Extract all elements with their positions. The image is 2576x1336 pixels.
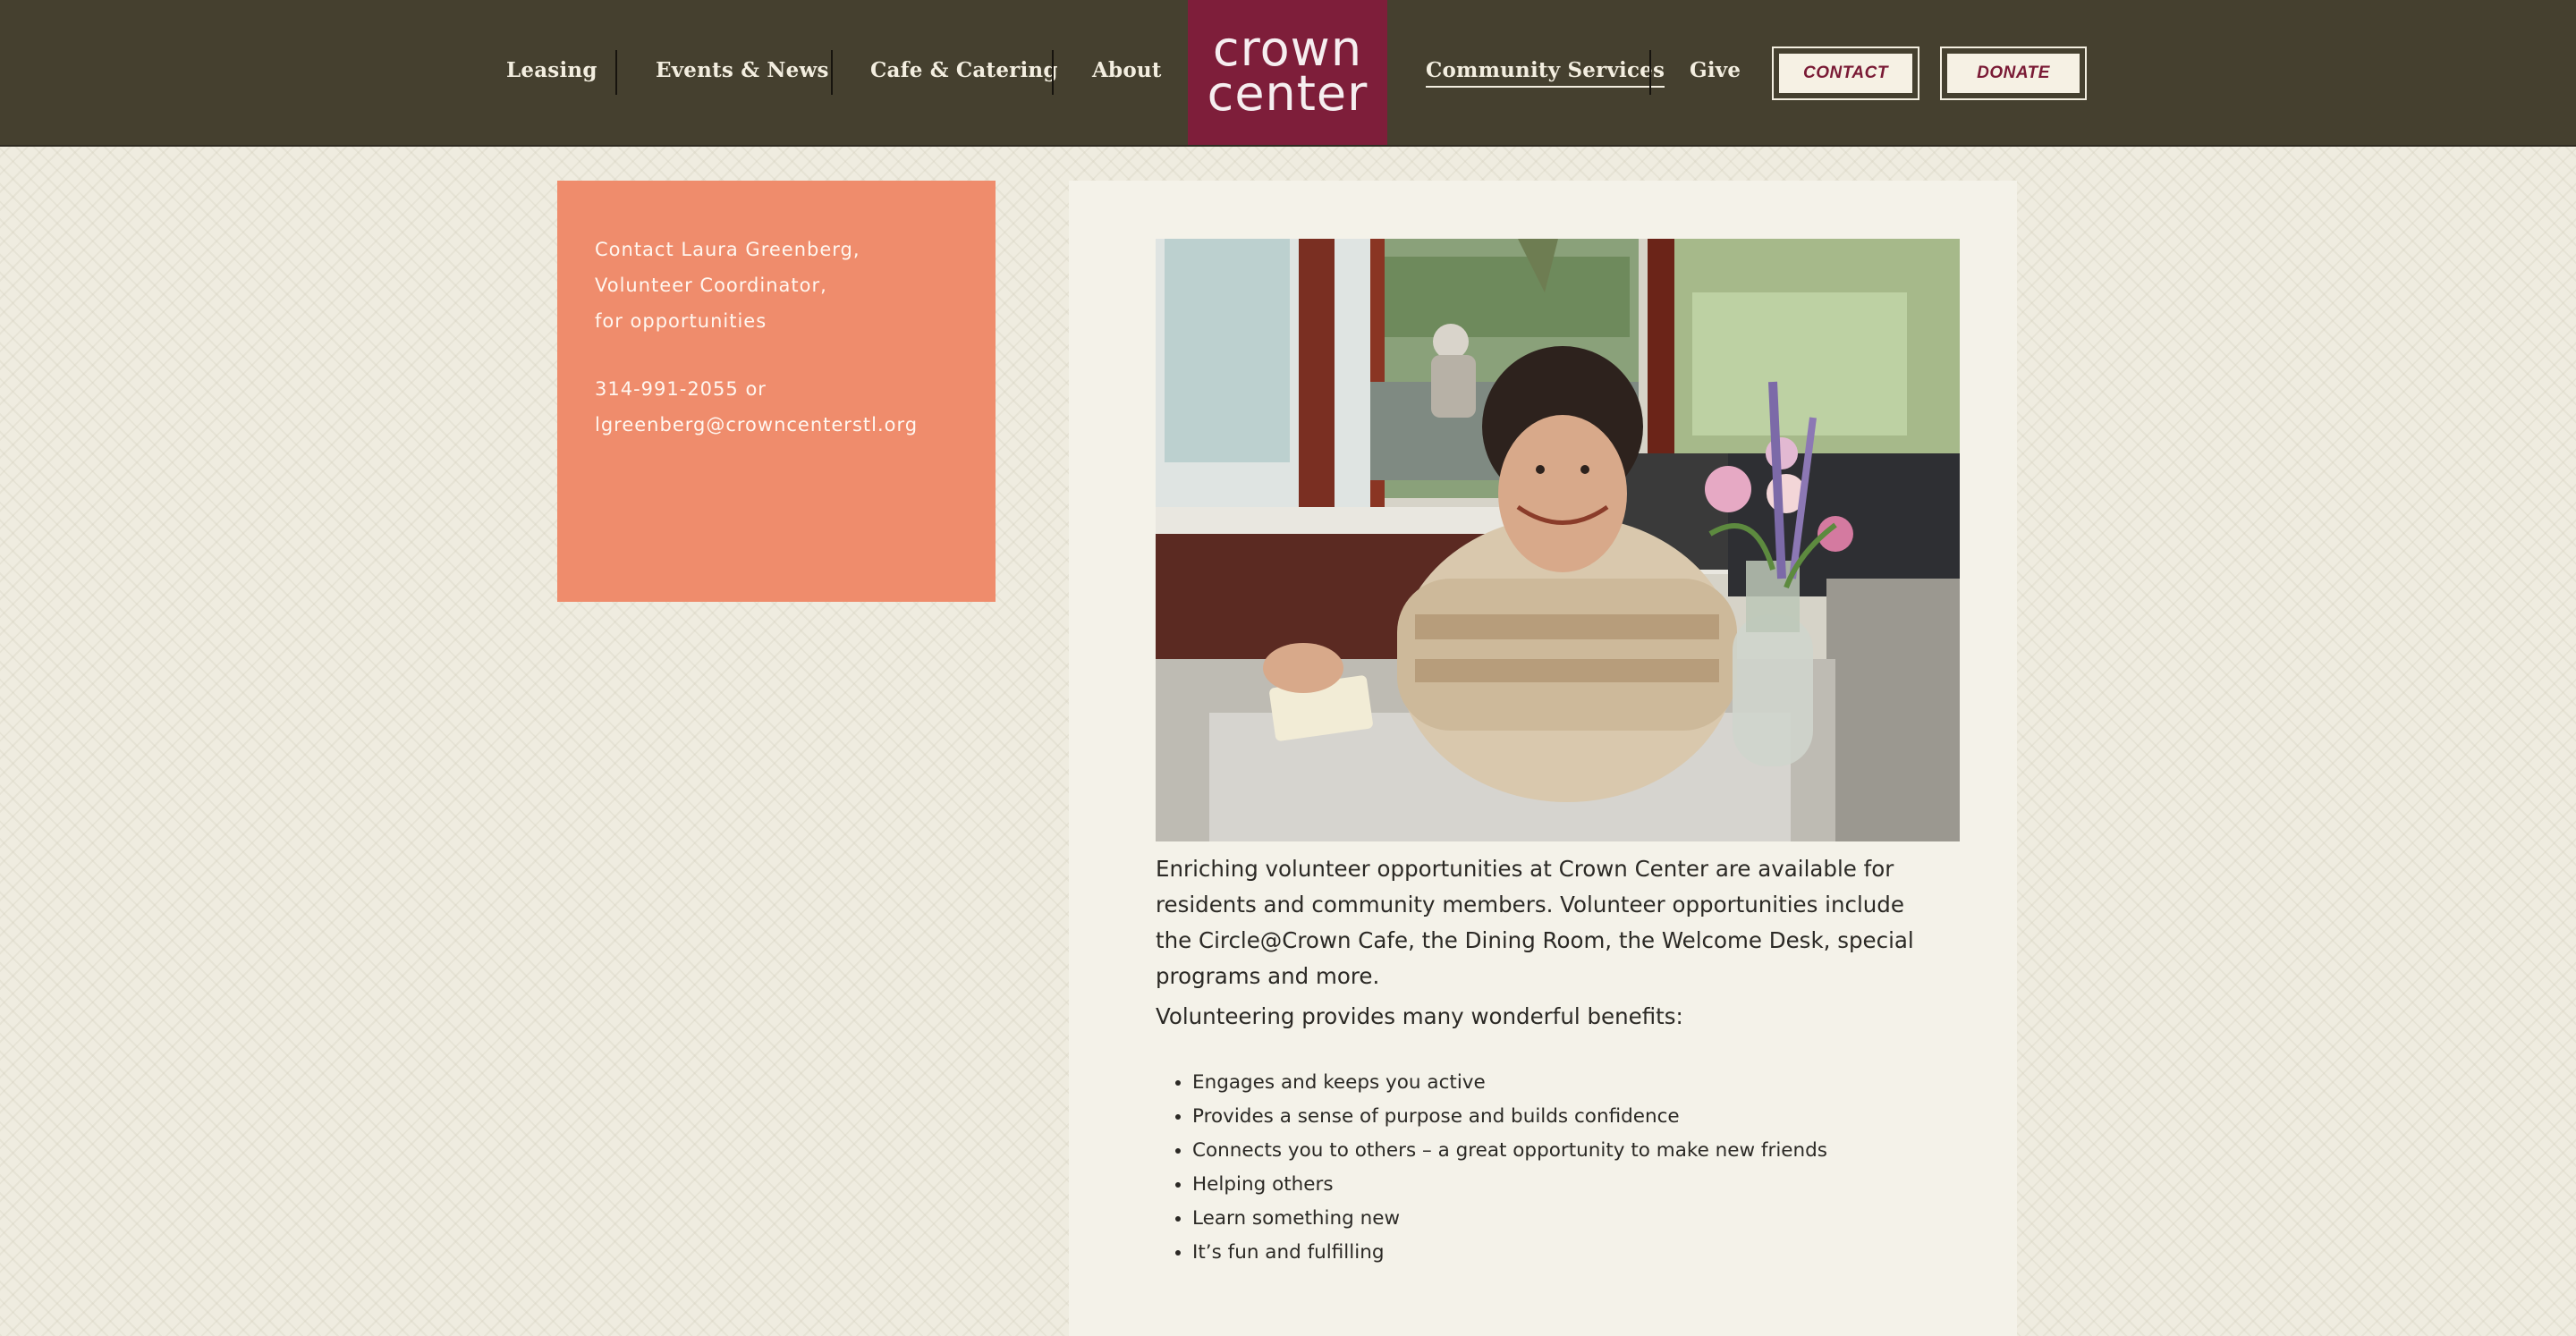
list-item: Connects you to others – a great opportu…: [1192, 1134, 1827, 1168]
list-item: It’s fun and fulfilling: [1192, 1236, 1827, 1270]
list-item: Learn something new: [1192, 1202, 1827, 1236]
nav-give[interactable]: Give: [1690, 0, 1741, 145]
crown-center-logo[interactable]: crown center: [1188, 0, 1387, 145]
top-navigation: Leasing Events & News Cafe & Catering Ab…: [0, 0, 2576, 147]
phone-text: 314-991-2055 or: [595, 378, 767, 400]
contact-line-3: for opportunities: [595, 310, 767, 332]
contact-line-1: Contact Laura Greenberg,: [595, 239, 860, 260]
nav-leasing[interactable]: Leasing: [506, 0, 597, 145]
intro-paragraph: Enriching volunteer opportunities at Cro…: [1156, 856, 1914, 989]
contact-button[interactable]: CONTACT: [1772, 47, 1919, 100]
nav-about[interactable]: About: [1092, 0, 1162, 145]
list-item: Engages and keeps you active: [1192, 1066, 1827, 1100]
list-item: Provides a sense of purpose and builds c…: [1192, 1100, 1827, 1134]
contact-button-label: CONTACT: [1779, 54, 1912, 93]
volunteer-contact-card: Contact Laura Greenberg, Volunteer Coord…: [557, 181, 996, 602]
list-item: Helping others: [1192, 1168, 1827, 1202]
benefits-list: Engages and keeps you active Provides a …: [1156, 1066, 1827, 1270]
nav-divider: [1649, 50, 1651, 95]
volunteer-photo: [1156, 239, 1960, 841]
benefits-heading: Volunteering provides many wonderful ben…: [1156, 1003, 1683, 1029]
logo-line-2: center: [1207, 65, 1368, 122]
donate-button-label: DONATE: [1947, 54, 2080, 93]
nav-give-label: Give: [1690, 58, 1741, 82]
donate-button[interactable]: DONATE: [1940, 47, 2087, 100]
nav-events-news-label: Events & News: [656, 58, 829, 82]
nav-divider: [831, 50, 833, 95]
nav-divider: [615, 50, 617, 95]
nav-about-label: About: [1092, 58, 1162, 82]
email-link[interactable]: lgreenberg@crowncenterstl.org: [595, 407, 996, 443]
nav-events-news[interactable]: Events & News: [656, 0, 829, 145]
nav-community-services[interactable]: Community Services: [1426, 0, 1665, 145]
nav-divider: [1052, 50, 1054, 95]
nav-community-services-label: Community Services: [1426, 58, 1665, 88]
nav-cafe-catering-label: Cafe & Catering: [870, 58, 1058, 82]
nav-cafe-catering[interactable]: Cafe & Catering: [870, 0, 1058, 145]
contact-line-2: Volunteer Coordinator,: [595, 275, 827, 296]
nav-leasing-label: Leasing: [506, 58, 597, 82]
